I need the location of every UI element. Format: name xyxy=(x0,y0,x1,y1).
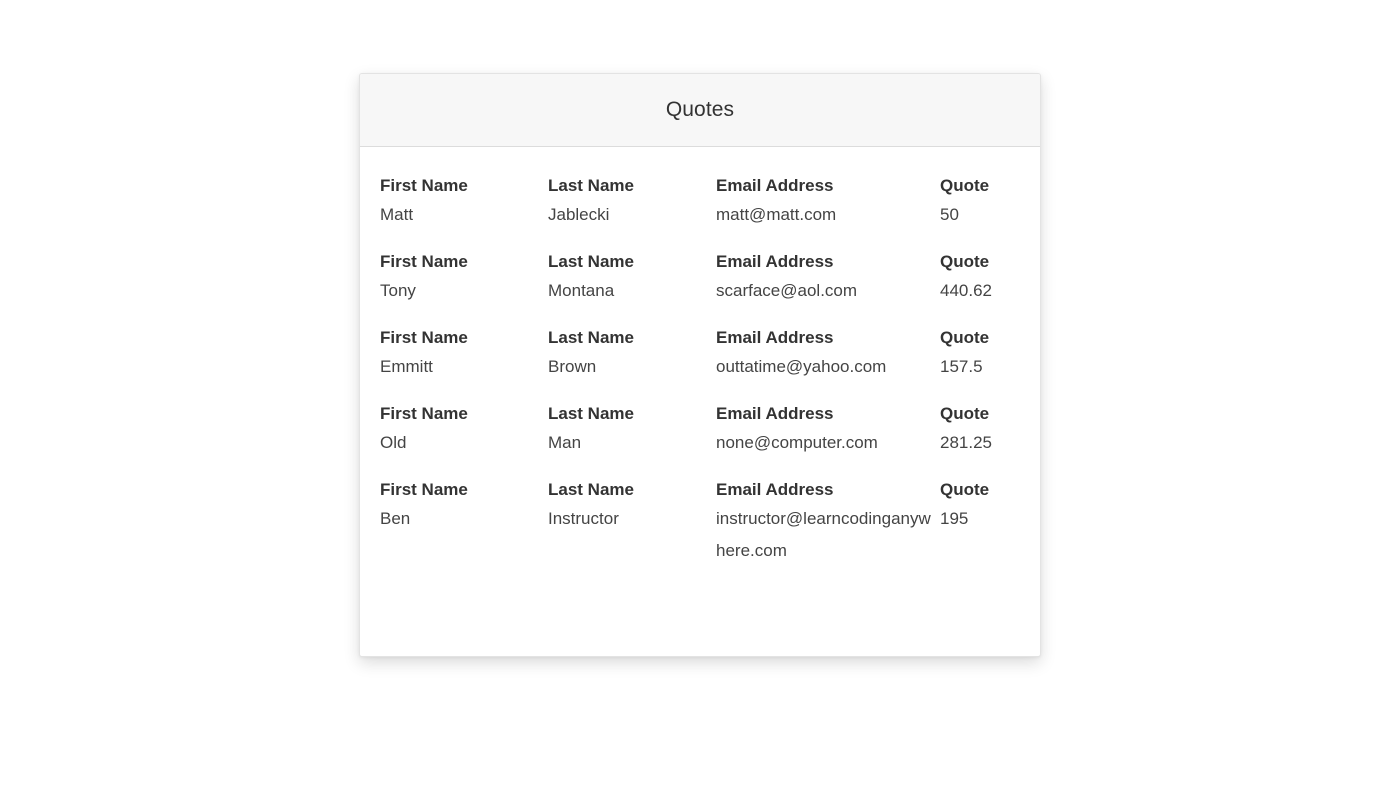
quote-entry: First Name Last Name Email Address Quote… xyxy=(380,401,1020,459)
quote-value-row: Ben Instructor instructor@learncodingany… xyxy=(380,503,1020,567)
first-name-value: Matt xyxy=(380,205,414,224)
quote-value: 157.5 xyxy=(940,357,983,376)
quotes-list: First Name Last Name Email Address Quote… xyxy=(360,147,1040,567)
email-header: Email Address xyxy=(716,176,834,195)
first-name-value: Ben xyxy=(380,509,411,528)
quote-header: Quote xyxy=(940,252,990,271)
quote-header-row: First Name Last Name Email Address Quote xyxy=(380,401,1020,427)
quote-header: Quote xyxy=(940,176,990,195)
quote-value-row: Tony Montana scarface@aol.com 440.62 xyxy=(380,275,1020,307)
last-name-header: Last Name xyxy=(548,328,634,347)
quote-value: 440.62 xyxy=(940,281,992,300)
first-name-value: Old xyxy=(380,433,407,452)
last-name-header: Last Name xyxy=(548,404,634,423)
card-header: Quotes xyxy=(360,74,1040,147)
email-header: Email Address xyxy=(716,252,834,271)
quote-header: Quote xyxy=(940,480,990,499)
quote-header-row: First Name Last Name Email Address Quote xyxy=(380,325,1020,351)
quote-value: 50 xyxy=(940,205,959,224)
card-title: Quotes xyxy=(665,98,735,121)
quote-header-row: First Name Last Name Email Address Quote xyxy=(380,477,1020,503)
last-name-header: Last Name xyxy=(548,480,634,499)
quotes-card: Quotes First Name Last Name Email Addres… xyxy=(359,73,1041,657)
first-name-header: First Name xyxy=(380,328,468,347)
quote-entry: First Name Last Name Email Address Quote… xyxy=(380,477,1020,567)
first-name-value: Tony xyxy=(380,281,416,300)
email-header: Email Address xyxy=(716,404,834,423)
quote-value-row: Matt Jablecki matt@matt.com 50 xyxy=(380,199,1020,231)
last-name-header: Last Name xyxy=(548,176,634,195)
quote-header-row: First Name Last Name Email Address Quote xyxy=(380,173,1020,199)
quote-value-row: Old Man none@computer.com 281.25 xyxy=(380,427,1020,459)
email-value: instructor@learncodinganywhere.com xyxy=(716,509,931,560)
email-value: outtatime@yahoo.com xyxy=(716,357,887,376)
email-header: Email Address xyxy=(716,480,834,499)
first-name-header: First Name xyxy=(380,252,468,271)
quote-header: Quote xyxy=(940,328,990,347)
last-name-value: Montana xyxy=(548,281,615,300)
quote-header-row: First Name Last Name Email Address Quote xyxy=(380,249,1020,275)
email-value: scarface@aol.com xyxy=(716,281,858,300)
last-name-value: Brown xyxy=(548,357,597,376)
quote-value: 281.25 xyxy=(940,433,992,452)
email-value: none@computer.com xyxy=(716,433,878,452)
first-name-header: First Name xyxy=(380,480,468,499)
last-name-value: Man xyxy=(548,433,582,452)
last-name-value: Jablecki xyxy=(548,205,610,224)
first-name-header: First Name xyxy=(380,404,468,423)
last-name-value: Instructor xyxy=(548,509,619,528)
first-name-header: First Name xyxy=(380,176,468,195)
quote-header: Quote xyxy=(940,404,990,423)
email-value: matt@matt.com xyxy=(716,205,837,224)
first-name-value: Emmitt xyxy=(380,357,433,376)
quote-entry: First Name Last Name Email Address Quote… xyxy=(380,249,1020,307)
last-name-header: Last Name xyxy=(548,252,634,271)
quote-entry: First Name Last Name Email Address Quote… xyxy=(380,173,1020,231)
quote-entry: First Name Last Name Email Address Quote… xyxy=(380,325,1020,383)
quote-value: 195 xyxy=(940,509,969,528)
email-header: Email Address xyxy=(716,328,834,347)
quote-value-row: Emmitt Brown outtatime@yahoo.com 157.5 xyxy=(380,351,1020,383)
